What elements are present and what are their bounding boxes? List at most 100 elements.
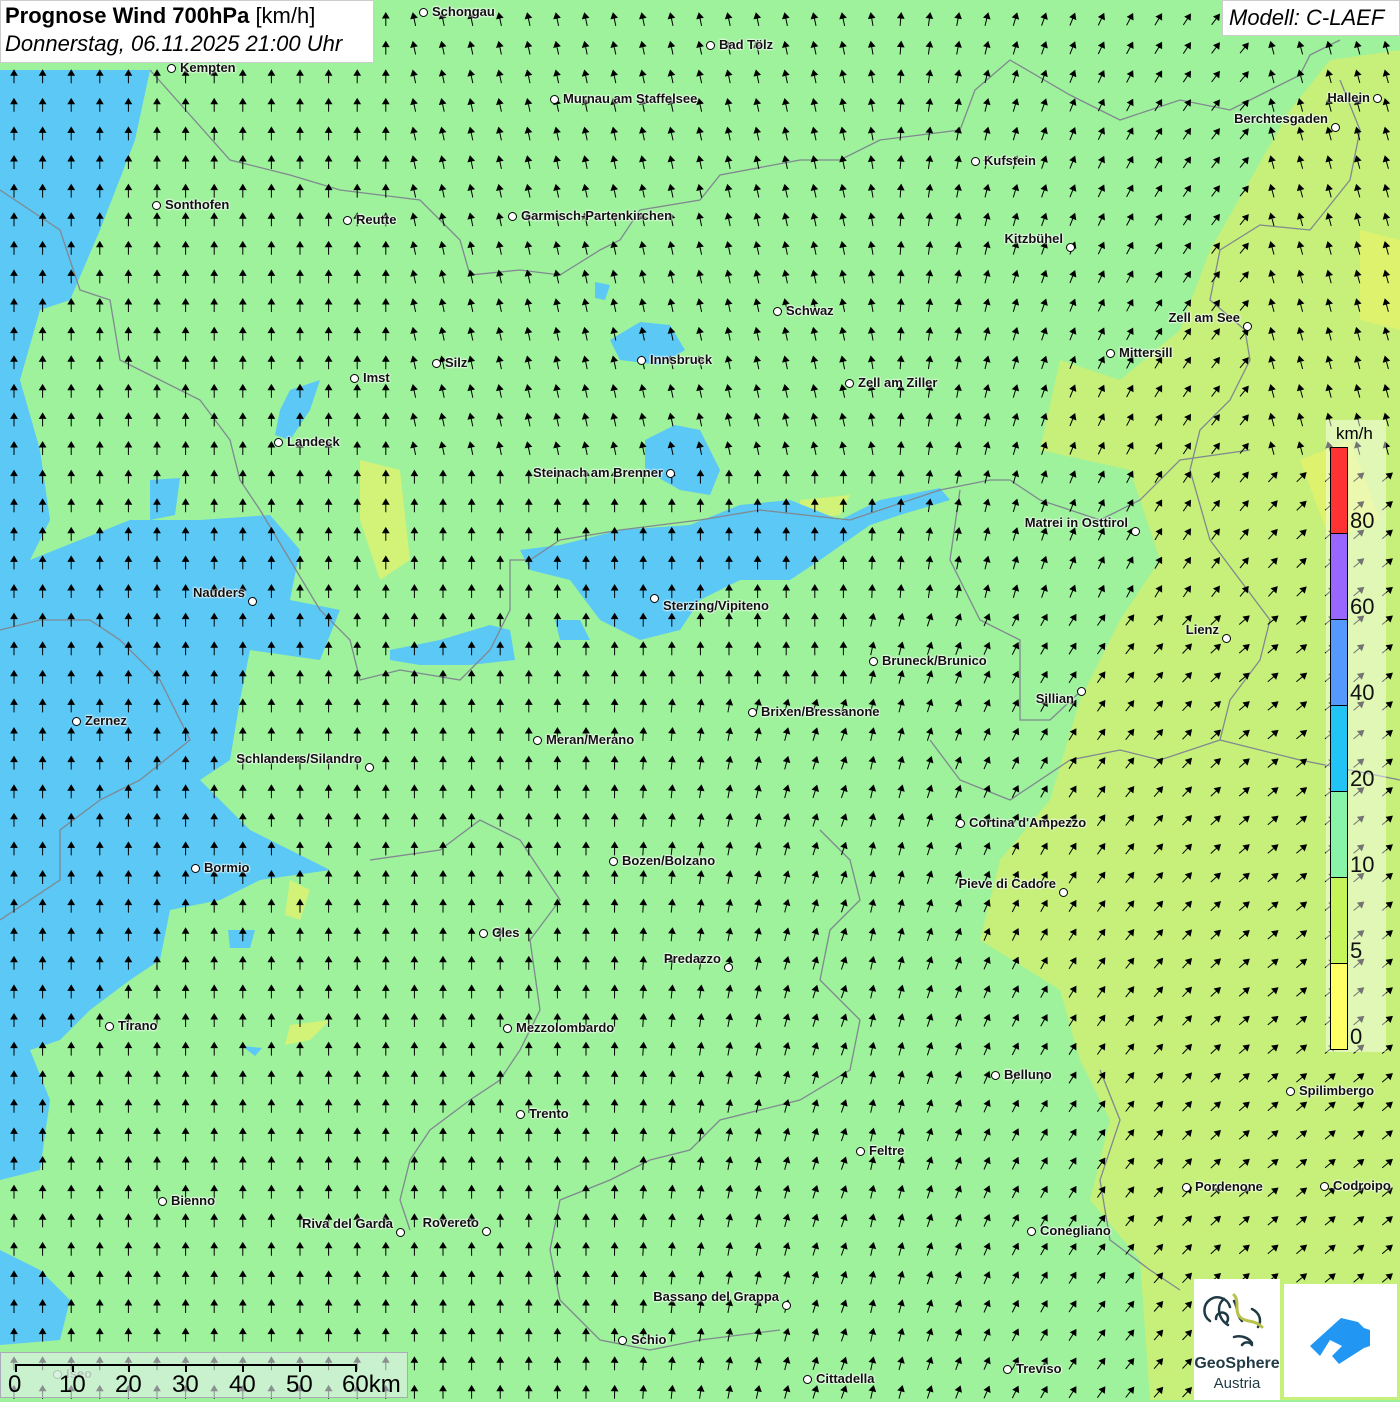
city-label: Sterzing/Vipiteno — [663, 598, 769, 613]
city-marker — [482, 1227, 491, 1236]
city-label: Schio — [631, 1332, 667, 1347]
scale-label: 60km — [342, 1371, 401, 1398]
city-label: Kufstein — [984, 153, 1036, 168]
forecast-datetime: Donnerstag, 06.11.2025 21:00 Uhr — [5, 31, 343, 56]
city-marker — [508, 212, 517, 221]
city-marker — [666, 469, 675, 478]
title-main: Prognose Wind 700hPa — [5, 3, 250, 28]
city-label: Riva del Garda — [301, 1216, 393, 1231]
legend-label: 40 — [1350, 680, 1375, 705]
city-marker — [618, 1336, 627, 1345]
legend-label: 5 — [1350, 938, 1363, 963]
title-box: Prognose Wind 700hPa [km/h] Donnerstag, … — [0, 0, 374, 63]
geosphere-austria-logo[interactable]: GeoSphere Austria — [1194, 1279, 1280, 1400]
city-marker — [432, 359, 441, 368]
city-marker — [956, 819, 965, 828]
city-label: Imst — [363, 370, 390, 385]
city-label: Reutte — [356, 212, 397, 227]
city-marker — [971, 157, 980, 166]
city-label: Brixen/Bressanone — [761, 704, 880, 719]
city-marker — [479, 929, 488, 938]
city-marker — [191, 864, 200, 873]
city-label: Lienz — [1185, 622, 1219, 637]
city-marker — [503, 1024, 512, 1033]
city-label: Murnau am Staffelsee — [563, 91, 698, 106]
city-label: Mittersill — [1119, 345, 1173, 360]
city-marker — [167, 64, 176, 73]
cloud-arrow-icon — [1310, 1318, 1370, 1364]
city-label: Hallein — [1327, 90, 1370, 105]
legend-label: 0 — [1350, 1024, 1363, 1049]
city-marker — [1131, 527, 1140, 536]
legend-unit: km/h — [1336, 424, 1373, 443]
city-label: Schwaz — [786, 303, 834, 318]
city-label: Tirano — [118, 1018, 158, 1033]
scale-label: 40 — [229, 1371, 256, 1398]
city-label: Zell am See — [1168, 310, 1240, 325]
legend-bar-0-5 — [1330, 963, 1348, 1050]
city-marker — [845, 379, 854, 388]
city-label: Pordenone — [1195, 1179, 1263, 1194]
city-marker — [856, 1147, 865, 1156]
city-marker — [1373, 94, 1382, 103]
city-marker — [516, 1110, 525, 1119]
legend-label: 80 — [1350, 508, 1375, 533]
city-marker — [782, 1301, 791, 1310]
city-label: Garmisch-Partenkirchen — [521, 208, 673, 223]
city-label: Meran/Merano — [546, 732, 635, 747]
legend-label: 60 — [1350, 594, 1375, 619]
title-unit: [km/h] — [255, 3, 316, 28]
scale-label: 10 — [59, 1371, 86, 1398]
city-label: Feltre — [869, 1143, 905, 1158]
city-label: Predazzo — [663, 951, 721, 966]
city-label: Landeck — [287, 434, 340, 449]
city-marker — [72, 717, 81, 726]
city-label: Rovereto — [422, 1215, 479, 1230]
map-title: Prognose Wind 700hPa [km/h] — [5, 3, 373, 29]
scale-label: 30 — [172, 1371, 199, 1398]
city-marker — [1320, 1182, 1329, 1191]
city-label: Sillian — [1035, 691, 1074, 706]
city-label: Bormio — [204, 860, 250, 875]
city-marker — [1286, 1087, 1295, 1096]
city-marker — [533, 736, 542, 745]
city-marker — [1331, 123, 1340, 132]
city-marker — [550, 95, 559, 104]
city-label: Matrei in Osttirol — [1024, 515, 1128, 530]
city-marker — [1106, 349, 1115, 358]
city-label: Bienno — [171, 1193, 216, 1208]
city-label: Cortina d'Ampezzo — [969, 815, 1087, 830]
city-label: Nauders — [192, 585, 245, 600]
city-label: Cles — [492, 925, 520, 940]
city-marker — [637, 356, 646, 365]
city-label: Mezzolombardo — [516, 1020, 615, 1035]
city-marker — [1077, 687, 1086, 696]
city-marker — [773, 307, 782, 316]
city-marker — [1027, 1227, 1036, 1236]
city-label: Codroipo — [1333, 1178, 1391, 1193]
city-marker — [248, 597, 257, 606]
city-marker — [609, 857, 618, 866]
legend-bar-40-60 — [1330, 619, 1348, 706]
city-label: Zernez — [85, 713, 127, 728]
geosphere-emblem-icon — [1203, 1293, 1264, 1347]
weather-app-logo[interactable] — [1284, 1284, 1397, 1397]
legend-label: 10 — [1350, 852, 1375, 877]
city-marker — [350, 374, 359, 383]
city-label: Cittadella — [816, 1371, 875, 1386]
city-label: Conegliano — [1040, 1223, 1111, 1238]
city-label: Innsbruck — [650, 352, 713, 367]
scale-bar: 0 10 20 30 40 50 60km — [0, 1352, 408, 1398]
city-label: Bassano del Grappa — [653, 1289, 779, 1304]
city-label: Trento — [529, 1106, 569, 1121]
city-marker — [1222, 634, 1231, 643]
city-marker — [803, 1375, 812, 1384]
model-label: Modell: C-LAEF — [1222, 0, 1400, 36]
city-marker — [748, 708, 757, 717]
city-marker — [365, 763, 374, 772]
legend-bar-5-10 — [1330, 877, 1348, 964]
city-marker — [869, 657, 878, 666]
city-label: Silz — [445, 355, 468, 370]
city-label: Sonthofen — [165, 197, 230, 212]
logo-text-line1: GeoSphere — [1194, 1355, 1280, 1372]
